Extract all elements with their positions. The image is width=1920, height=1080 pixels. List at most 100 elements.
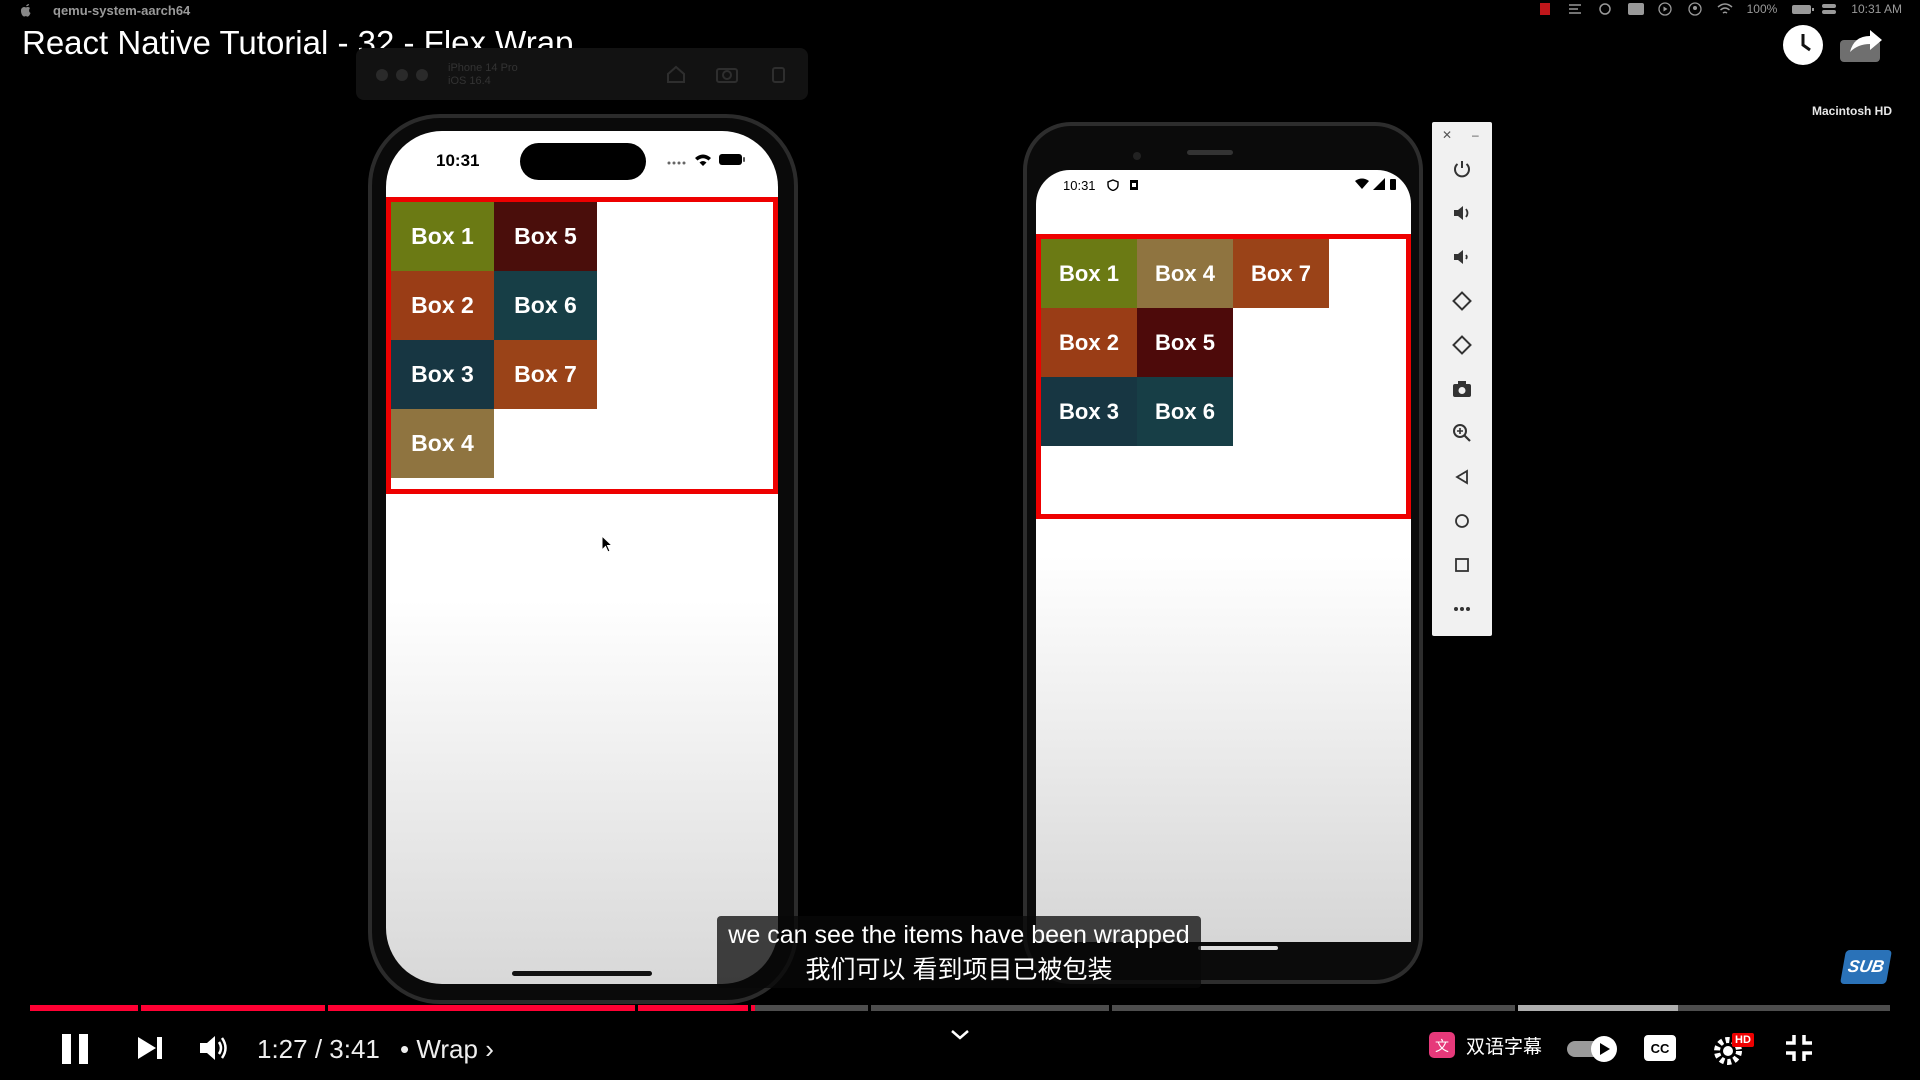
input-source-icon[interactable] (1627, 2, 1644, 16)
share-button[interactable] (1836, 26, 1886, 66)
volume-up-button[interactable] (1432, 198, 1492, 228)
progress-bar[interactable] (30, 1005, 1890, 1011)
clock-icon (1786, 28, 1820, 62)
power-button[interactable] (1432, 154, 1492, 184)
sim-card-icon (1129, 180, 1138, 190)
volume-down-button[interactable] (1432, 242, 1492, 272)
watch-later-button[interactable] (1783, 25, 1823, 65)
chapter-divider (1109, 1005, 1112, 1011)
window-close-dot[interactable] (376, 69, 388, 81)
rotate-right-button[interactable] (1432, 330, 1492, 360)
bilingual-subtitle-toggle[interactable]: 文 双语字幕 (1428, 1031, 1542, 1059)
wifi-icon (695, 154, 711, 166)
battery-icon[interactable] (1791, 2, 1815, 16)
mouse-cursor-icon (601, 535, 614, 553)
user-icon[interactable] (1687, 2, 1703, 16)
hd-badge: HD (1732, 1033, 1754, 1047)
chapter-divider (868, 1005, 871, 1011)
box-item: Box 5 (494, 202, 597, 271)
home-icon[interactable] (666, 64, 686, 84)
next-button[interactable] (136, 1035, 164, 1066)
box-item: Box 1 (1041, 239, 1137, 308)
box-item: Box 2 (1041, 308, 1137, 377)
apple-icon[interactable] (20, 3, 32, 17)
rotate-left-button[interactable] (1432, 286, 1492, 316)
volume-icon (200, 1036, 227, 1060)
iphone-screen[interactable]: 10:31 Box 1 Box 2 Box 3 Box 4 Box 5 Box 6 Box … (386, 131, 778, 984)
cc-icon: CC (1644, 1035, 1676, 1061)
box-item: Box 6 (1137, 377, 1233, 446)
chevron-down-icon (951, 1030, 969, 1040)
more-button[interactable] (1432, 594, 1492, 624)
autoplay-toggle[interactable] (1566, 1034, 1620, 1069)
menu-clock[interactable]: 10:31 AM (1851, 2, 1902, 16)
exit-fullscreen-button[interactable] (1784, 1033, 1814, 1068)
rotate-icon[interactable] (768, 64, 788, 84)
ios-time: 10:31 (436, 151, 480, 170)
play-icon[interactable] (1657, 2, 1673, 16)
back-icon (1455, 469, 1468, 485)
status-area: 100% 10:31 AM (1537, 2, 1902, 16)
battery-icon (719, 154, 745, 165)
volume-down-icon (1454, 250, 1468, 264)
simulator-os-version: iOS 16.4 (448, 75, 491, 87)
time-separator: / (307, 1034, 330, 1064)
back-button[interactable] (1432, 462, 1492, 492)
chapter-button[interactable]: • Wrap › (400, 1034, 494, 1065)
exit-fullscreen-icon (1786, 1035, 1812, 1061)
caption-line-chinese: 我们可以 看到项目已被包装 (805, 956, 1113, 984)
drive-label: Macintosh HD (1812, 104, 1893, 118)
settings-button[interactable]: HD (1712, 1031, 1754, 1072)
battery-icon (1390, 179, 1396, 190)
zoom-button[interactable] (1432, 418, 1492, 448)
close-icon[interactable]: ✕ (1442, 128, 1452, 142)
screenshot-icon[interactable] (716, 64, 738, 84)
rotate-right-icon (1452, 335, 1472, 355)
volume-up-icon (1454, 206, 1469, 220)
extension-icon[interactable] (1597, 2, 1613, 16)
gesture-bar[interactable] (1198, 946, 1278, 950)
next-icon (138, 1037, 162, 1059)
speaker-grille (1187, 150, 1233, 155)
android-time: 10:31 (1063, 178, 1139, 193)
home-button[interactable] (1432, 506, 1492, 536)
overview-button[interactable] (1432, 550, 1492, 580)
volume-button[interactable] (198, 1033, 230, 1068)
android-screen[interactable]: 10:31 Box 1 Box 2 Box 3 Box 4 Box 5 Box 6 Box … (1036, 170, 1411, 942)
translate-icon: 文 (1429, 1032, 1455, 1058)
ios-status-icons (666, 153, 746, 166)
box-item: Box 4 (391, 409, 494, 478)
captions-button[interactable]: CC (1644, 1035, 1676, 1061)
simulator-device-name: iPhone 14 Pro (448, 62, 518, 74)
chapter-divider (138, 1005, 141, 1011)
record-icon[interactable] (1537, 2, 1553, 16)
window-minimize-dot[interactable] (396, 69, 408, 81)
box-item: Box 3 (1041, 377, 1137, 446)
screenshot-button[interactable] (1432, 374, 1492, 404)
box-item: Box 2 (391, 271, 494, 340)
simulator-device-info: iPhone 14 Pro iOS 16.4 (448, 62, 518, 88)
box-item: Box 3 (391, 340, 494, 409)
autoplay-switch-icon (1567, 1036, 1617, 1062)
android-time-text: 10:31 (1063, 178, 1096, 193)
current-time: 1:27 (257, 1034, 308, 1064)
flex-wrap-container: Box 1 Box 2 Box 3 Box 4 Box 5 Box 6 Box 7 (1036, 234, 1411, 519)
svg-text:文: 文 (1435, 1039, 1449, 1055)
chapter-divider (325, 1005, 328, 1011)
minimize-icon[interactable]: – (1472, 128, 1479, 142)
menu-bar: qemu-system-aarch64 100% 10:31 AM (0, 0, 1920, 22)
home-indicator[interactable] (512, 971, 652, 976)
time-display: 1:27 / 3:41 (257, 1034, 380, 1065)
box-item: Box 6 (494, 271, 597, 340)
caption-line-english: we can see the items have been wrapped (728, 921, 1190, 949)
control-center-icon[interactable] (1821, 2, 1837, 16)
dynamic-island (520, 143, 646, 180)
window-zoom-dot[interactable] (416, 69, 428, 81)
pause-button[interactable] (60, 1032, 90, 1071)
list-icon[interactable] (1567, 2, 1583, 16)
expand-button[interactable] (949, 1028, 971, 1047)
simulator-toolbar: iPhone 14 Pro iOS 16.4 (356, 48, 808, 100)
box-item: Box 7 (494, 340, 597, 409)
app-name[interactable]: qemu-system-aarch64 (53, 3, 190, 18)
wifi-icon[interactable] (1717, 2, 1733, 16)
